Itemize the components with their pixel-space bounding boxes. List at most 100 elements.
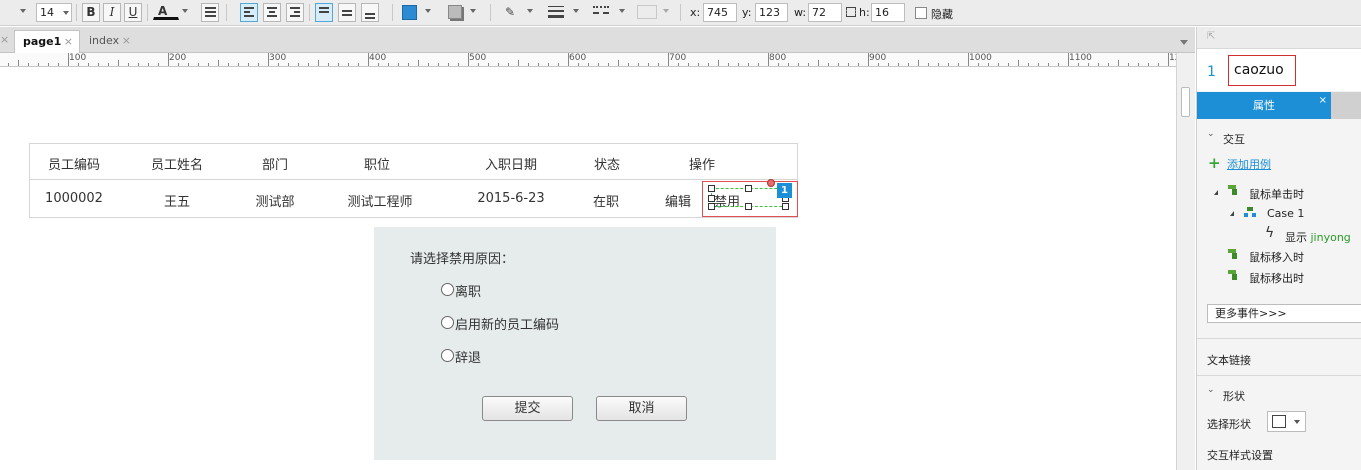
- ruler-tick: [278, 63, 279, 66]
- edit-link[interactable]: 编辑: [665, 191, 691, 210]
- ruler-tick: [168, 53, 169, 66]
- align-right-button[interactable]: [286, 3, 304, 22]
- ruler-tick: [788, 63, 789, 66]
- line-color-icon[interactable]: ✎: [505, 5, 519, 19]
- ruler-label: 1100: [1069, 53, 1092, 63]
- ruler-tick: [148, 63, 149, 66]
- cancel-button[interactable]: 取消: [596, 396, 687, 421]
- bullet-list-button[interactable]: [201, 3, 219, 22]
- chevron-down-icon[interactable]: [573, 9, 579, 13]
- h-input[interactable]: 16: [871, 3, 905, 22]
- resize-handle[interactable]: [708, 185, 715, 192]
- vertical-scrollbar[interactable]: [1176, 53, 1195, 470]
- ruler-tick: [218, 60, 219, 66]
- resize-handle[interactable]: [708, 203, 715, 210]
- ruler-label: 500: [469, 53, 487, 63]
- option-label: 启用新的员工编码: [455, 318, 560, 333]
- ruler-tick: [628, 63, 629, 66]
- interaction-style-link[interactable]: 交互样式设置: [1207, 447, 1273, 463]
- radio-resigned[interactable]: [441, 283, 454, 296]
- event-mouse-click[interactable]: 鼠标单击时: [1249, 186, 1304, 202]
- cell-position: 测试工程师: [347, 195, 413, 210]
- x-input[interactable]: 745: [703, 3, 737, 22]
- toolbar: 14 B I U A ✎ x: 745 y: 123 w: 72 h: 16 隐…: [0, 0, 1361, 26]
- chevron-down-icon[interactable]: [663, 9, 669, 13]
- expand-triangle-icon[interactable]: [1230, 211, 1234, 216]
- ruler-tick: [348, 63, 349, 66]
- case-label[interactable]: Case 1: [1267, 207, 1304, 220]
- chevron-down-icon[interactable]: [470, 9, 476, 13]
- font-size-select[interactable]: 14: [36, 3, 72, 22]
- chevron-down-icon: [63, 11, 69, 15]
- valign-bottom-button[interactable]: [361, 3, 379, 22]
- arrow-style-icon[interactable]: [637, 5, 657, 19]
- ruler-tick: [1038, 63, 1039, 66]
- italic-button[interactable]: I: [103, 3, 121, 22]
- chevron-down-icon[interactable]: [20, 9, 26, 13]
- close-icon[interactable]: ×: [1319, 87, 1327, 114]
- fill-color-swatch[interactable]: [402, 5, 417, 20]
- text-color-button[interactable]: A: [153, 3, 179, 20]
- selected-widget-frame[interactable]: 1: [702, 179, 798, 217]
- align-left-button[interactable]: [240, 3, 258, 22]
- event-mouse-leave[interactable]: 鼠标移出时: [1249, 270, 1304, 286]
- text-link-section[interactable]: 文本链接: [1207, 352, 1251, 368]
- line-weight-icon[interactable]: [548, 6, 564, 18]
- ruler-tick: [698, 63, 699, 66]
- close-icon[interactable]: ×: [0, 33, 9, 46]
- add-case-link[interactable]: 添加用例: [1227, 156, 1271, 172]
- plus-icon[interactable]: +: [1208, 154, 1221, 172]
- shadow-icon[interactable]: [448, 5, 462, 19]
- scrollbar-thumb[interactable]: [1181, 87, 1190, 117]
- line-style-icon[interactable]: [593, 6, 609, 14]
- resize-handle[interactable]: [782, 203, 789, 210]
- more-events-select[interactable]: 更多事件>>>: [1207, 304, 1361, 323]
- y-input[interactable]: 123: [755, 3, 788, 22]
- close-icon[interactable]: ×: [64, 31, 73, 52]
- align-center-button[interactable]: [263, 3, 281, 22]
- tab-menu-icon[interactable]: [1180, 40, 1188, 45]
- resize-handle[interactable]: [708, 195, 715, 202]
- tab-page1[interactable]: page1 ×: [14, 30, 80, 53]
- ruler-label: 600: [569, 53, 587, 63]
- collapse-icon[interactable]: ⇱: [1207, 31, 1215, 42]
- ruler-tick: [1058, 63, 1059, 66]
- chevron-down-icon[interactable]: [182, 9, 188, 13]
- ruler-tick: [38, 63, 39, 66]
- bold-button[interactable]: B: [82, 3, 100, 22]
- expand-triangle-icon[interactable]: [1214, 190, 1218, 195]
- close-icon[interactable]: ×: [122, 30, 131, 51]
- ruler-label: 1000: [969, 53, 992, 63]
- resize-handle[interactable]: [745, 203, 752, 210]
- ruler-tick: [98, 63, 99, 66]
- hide-checkbox[interactable]: [915, 7, 927, 19]
- tab-properties[interactable]: 属性 ×: [1197, 92, 1331, 119]
- w-input[interactable]: 72: [808, 3, 842, 22]
- ruler-tick: [1128, 63, 1129, 66]
- widget-name-input[interactable]: caozuo: [1228, 55, 1296, 86]
- radio-dismissed[interactable]: [441, 349, 454, 362]
- chevron-down-icon[interactable]: [619, 9, 625, 13]
- event-mouse-enter[interactable]: 鼠标移入时: [1249, 249, 1304, 265]
- valign-middle-button[interactable]: [338, 3, 356, 22]
- tab-index[interactable]: index ×: [81, 30, 137, 53]
- chevron-down-icon[interactable]: [527, 9, 533, 13]
- chevron-down-icon[interactable]: ⌄: [1207, 385, 1215, 395]
- ruler-tick: [988, 63, 989, 66]
- valign-top-button[interactable]: [315, 3, 333, 22]
- ruler-tick: [1148, 63, 1149, 66]
- radio-new-employee-id[interactable]: [441, 316, 454, 329]
- rotate-handle[interactable]: [767, 179, 775, 187]
- shape-picker[interactable]: [1267, 411, 1306, 432]
- panel-header: ⇱: [1197, 27, 1361, 49]
- chevron-down-icon[interactable]: ⌄: [1207, 129, 1215, 139]
- underline-button[interactable]: U: [124, 3, 142, 22]
- resize-handle[interactable]: [745, 185, 752, 192]
- ruler-tick: [378, 63, 379, 66]
- inspector-panel: ⇱ 1 caozuo 属性 × ⌄ 交互 + 添加用例 鼠标单击时 Case 1…: [1196, 27, 1361, 470]
- action-show[interactable]: 显示 jinyong: [1285, 229, 1351, 245]
- ruler-tick: [538, 63, 539, 66]
- aspect-lock-icon[interactable]: [846, 7, 856, 17]
- chevron-down-icon[interactable]: [425, 9, 431, 13]
- submit-button[interactable]: 提交: [482, 396, 573, 421]
